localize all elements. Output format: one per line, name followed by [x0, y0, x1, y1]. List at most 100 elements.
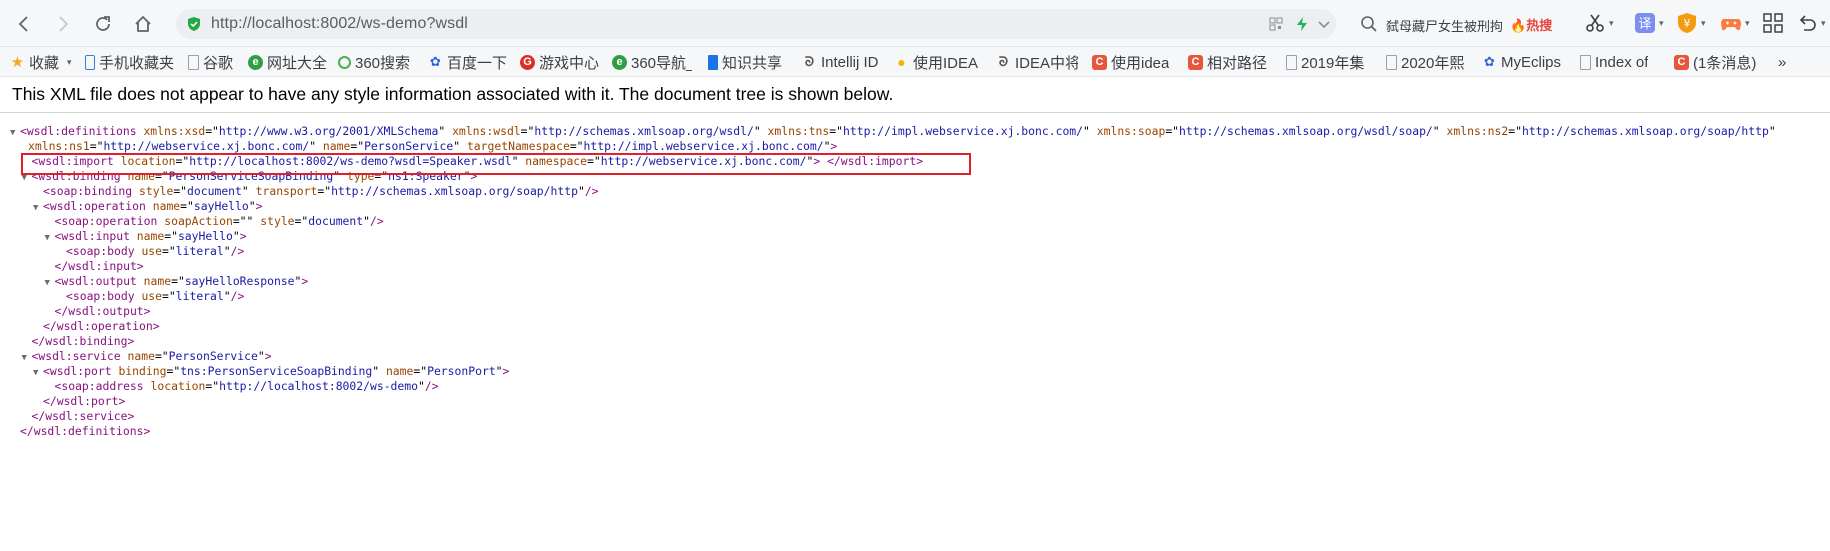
browser-toolbar: http://localhost:8002/ws-demo?wsdl 弑母藏尸女…: [0, 0, 1830, 47]
bookmarks-more-button[interactable]: »: [1778, 52, 1798, 72]
shield-icon: [188, 17, 200, 31]
bookmark-item[interactable]: ★ 收藏 ▾: [10, 52, 78, 72]
xml-attr-name: name: [322, 139, 351, 153]
xml-attr-value: http://www.w3.org/2001/XMLSchema: [218, 124, 439, 138]
bookmark-label: 2019年集: [1301, 54, 1365, 72]
bookmark-item[interactable]: ✿ MyEclips: [1482, 52, 1568, 72]
xml-definitions-open-line[interactable]: ▼ <wsdl:definitions xmlns:xsd="http://www…: [10, 124, 1776, 139]
bookmark-item[interactable]: ● 使用IDEA: [894, 52, 980, 72]
xml-operation-line[interactable]: ▼ <wsdl:operation name="sayHello">: [33, 199, 262, 214]
collapse-triangle-icon[interactable]: ▼: [22, 351, 32, 366]
bookmark-item[interactable]: 360搜索: [338, 52, 416, 72]
xml-definitions-cont-line: xmlns:ns1="http://webservice.xj.bonc.com…: [28, 139, 838, 153]
translate-extension[interactable]: 译 ▾: [1634, 12, 1664, 34]
collapse-triangle-icon[interactable]: ▼: [45, 276, 55, 291]
bookmark-label: 谷歌: [203, 54, 234, 72]
bookmark-item[interactable]: C 相对路径,: [1188, 52, 1268, 72]
xml-attr-name: soapAction: [164, 214, 233, 228]
bookmark-label: 相对路径,: [1207, 54, 1268, 72]
bookmark-label: Index of: [1595, 53, 1649, 71]
svg-text:译: 译: [1638, 17, 1651, 32]
xml-output-line[interactable]: ▼ <wsdl:output name="sayHelloResponse">: [45, 274, 309, 289]
phone-icon: [85, 54, 95, 70]
collapse-triangle-icon[interactable]: ▼: [33, 201, 43, 216]
bookmark-item[interactable]: 2019年集: [1286, 52, 1368, 72]
csdn-icon: C: [1092, 54, 1107, 70]
bookmark-item[interactable]: ᘐ Intellij ID: [802, 52, 884, 72]
bookmark-item[interactable]: 2020年熙: [1386, 52, 1468, 72]
bookmark-item[interactable]: C (1条消息): [1674, 52, 1764, 72]
home-button[interactable]: [128, 9, 158, 39]
xml-attr-value: tns:PersonServiceSoapBinding: [180, 364, 373, 378]
flame-icon: 🔥: [1510, 18, 1527, 33]
xml-port-line[interactable]: ▼ <wsdl:port binding="tns:PersonServiceSo…: [33, 364, 509, 379]
collapse-triangle-icon[interactable]: ▼: [45, 231, 55, 246]
bookmark-item[interactable]: e 网址大全: [248, 52, 330, 72]
xml-tag-name: soap:operation: [61, 214, 158, 228]
arrow-left-icon: [18, 16, 28, 32]
bookmark-item[interactable]: e 360导航_: [612, 52, 692, 72]
address-bar[interactable]: http://localhost:8002/ws-demo?wsdl: [176, 9, 1336, 39]
url-text[interactable]: http://localhost:8002/ws-demo?wsdl: [211, 15, 468, 33]
caret-icon: ▾: [1821, 17, 1826, 28]
bookmark-item[interactable]: C 使用idea: [1092, 52, 1172, 72]
apps-grid-button[interactable]: [1762, 12, 1784, 34]
xml-attr-name: name: [385, 364, 414, 378]
search-box[interactable]: 弑母藏尸女生被刑拘 🔥热搜: [1348, 9, 1568, 39]
back-button[interactable]: [9, 9, 39, 39]
xml-service-line[interactable]: ▼ <wsdl:service name="PersonService">: [22, 349, 272, 364]
bookmark-item[interactable]: 谷歌: [188, 52, 240, 72]
xml-attr-value: literal: [175, 289, 224, 303]
bookmark-blue-icon: [708, 54, 718, 70]
bookmarks-bar: ★ 收藏 ▾ 手机收藏夹 谷歌 e 网址大全 360搜索 ✿ 百度一下 G 游戏…: [0, 47, 1830, 77]
bookmark-label: 使用idea: [1111, 54, 1170, 72]
bookmark-label: 百度一下: [447, 54, 508, 72]
bookmark-item[interactable]: G 游戏中心: [520, 52, 602, 72]
xml-attr-value: sayHelloResponse: [184, 274, 295, 288]
xml-attr-name: xmlns:soap: [1096, 124, 1166, 138]
csdn-icon: C: [1188, 54, 1203, 70]
bookmark-label: 游戏中心: [539, 54, 600, 72]
xml-attr-value: http://impl.webservice.xj.bonc.com/: [843, 124, 1084, 138]
xml-tag-name: wsdl:input: [68, 259, 137, 273]
xml-soap-operation-line: <soap:operation soapAction="" style="doc…: [54, 214, 384, 228]
lightning-icon[interactable]: [1294, 16, 1310, 32]
svg-text:¥: ¥: [1684, 17, 1691, 30]
bookmark-item[interactable]: ᘐ IDEA中将: [996, 52, 1078, 72]
search-360-icon: [338, 55, 351, 69]
shield-yen-extension[interactable]: ¥ ▾: [1676, 12, 1706, 34]
web-icon: e: [248, 54, 263, 70]
xml-service-close-line: </wsdl:service>: [31, 409, 135, 423]
bookmark-item[interactable]: Index of: [1580, 52, 1660, 72]
bookmark-item[interactable]: 手机收藏夹: [85, 52, 180, 72]
xml-attr-name: location: [150, 379, 206, 393]
forward-button[interactable]: [48, 9, 78, 39]
bookmark-label: 网址大全: [267, 54, 328, 72]
bookmarks-more-label: »: [1778, 53, 1787, 71]
caret-icon: ▾: [1745, 17, 1750, 28]
xml-attr-name: name: [143, 274, 172, 288]
xml-tag-name: wsdl:output: [61, 274, 137, 288]
xml-tag-name: wsdl:input: [61, 229, 130, 243]
bookmark-label: Intellij ID: [821, 53, 879, 71]
star-icon: ★: [10, 54, 25, 71]
game-extension[interactable]: ▾: [1720, 12, 1750, 34]
search-hot-text[interactable]: 弑母藏尸女生被刑拘: [1386, 16, 1503, 35]
xml-attr-name: use: [141, 244, 163, 258]
xml-operation-close-line: </wsdl:operation>: [43, 319, 160, 333]
xml-attr-value: http://localhost:8002/ws-demo: [219, 379, 418, 393]
home-icon: [135, 16, 151, 32]
xml-attr-name: xmlns:tns: [767, 124, 830, 138]
collapse-triangle-icon[interactable]: ▼: [33, 366, 43, 381]
xml-output-close-line: </wsdl:output>: [54, 304, 151, 318]
chevron-down-icon[interactable]: [1316, 16, 1332, 32]
grid-icon: [1763, 13, 1783, 33]
bookmark-item[interactable]: ✿ 百度一下: [428, 52, 508, 72]
search-icon: [1361, 16, 1377, 32]
bookmark-item[interactable]: 知识共享: [708, 52, 790, 72]
undo-button[interactable]: ▾: [1796, 12, 1826, 34]
reload-button[interactable]: [88, 9, 118, 39]
xml-input-line[interactable]: ▼ <wsdl:input name="sayHello">: [45, 229, 247, 244]
qr-code-icon[interactable]: [1268, 16, 1284, 32]
scissors-extension[interactable]: ▾: [1584, 12, 1614, 34]
